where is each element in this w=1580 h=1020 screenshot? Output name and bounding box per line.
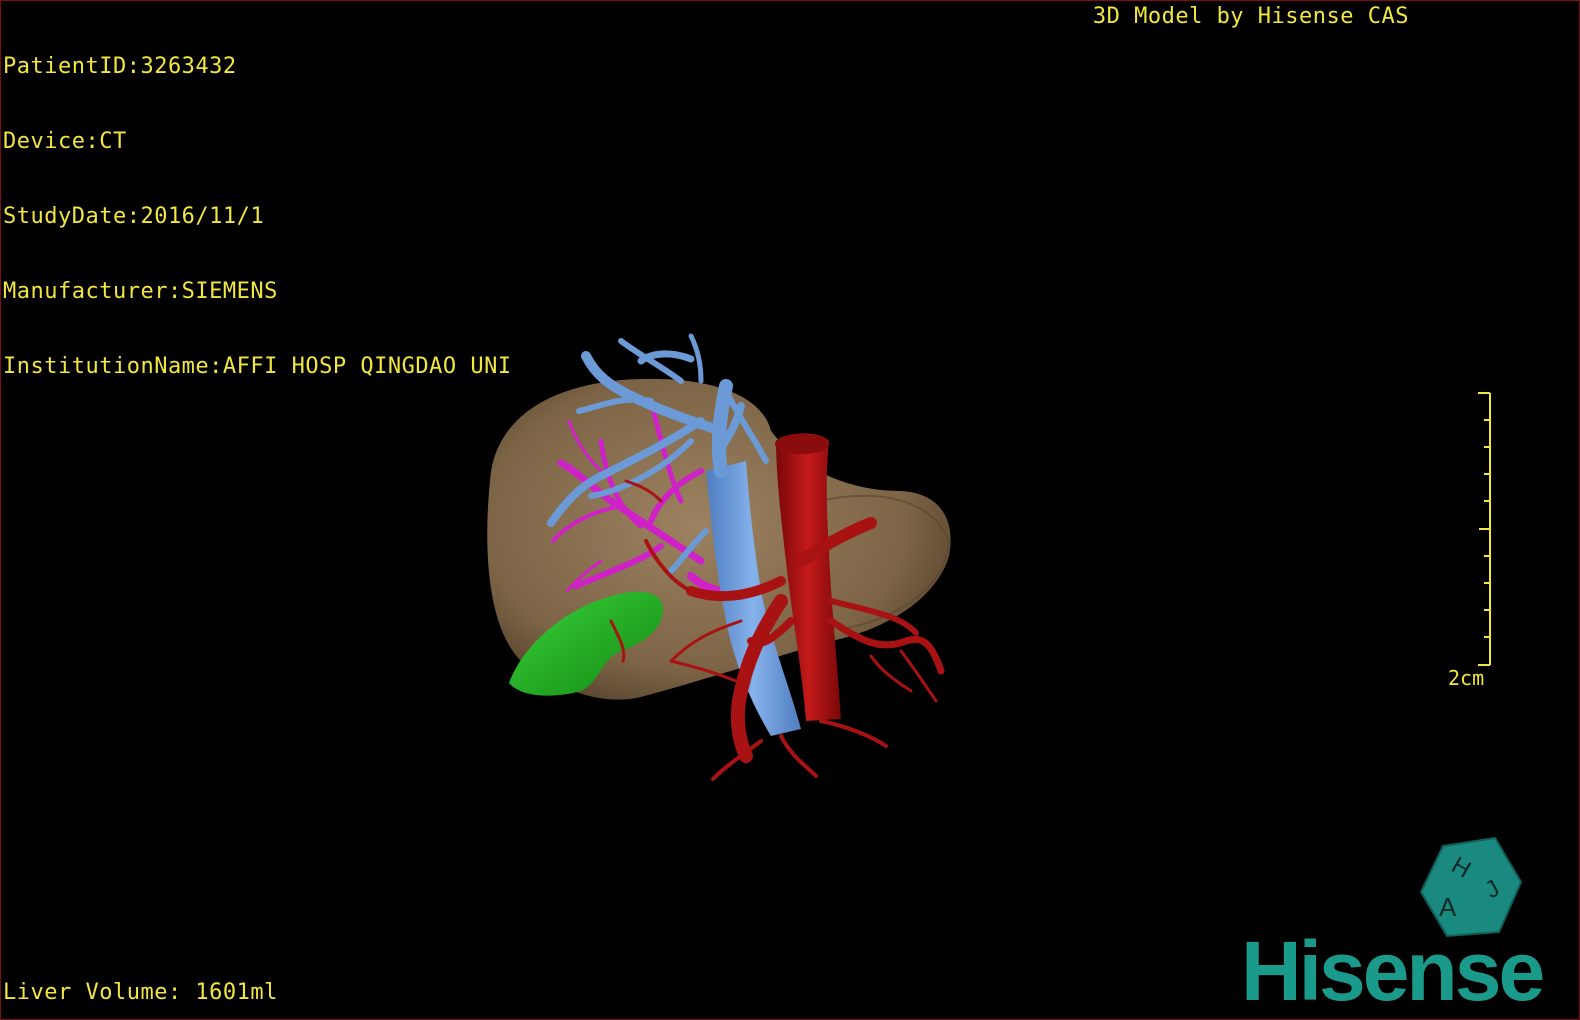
scale-bar — [1478, 392, 1491, 666]
scale-bar-label: 2cm — [1448, 666, 1485, 690]
cube-letter-a: A — [1439, 892, 1457, 922]
liver-volume-text: Liver Volume: 1601ml — [3, 980, 278, 1005]
orientation-cube-icon[interactable]: H A J — [1419, 836, 1523, 938]
hisense-logo: Hisense — [1241, 924, 1545, 1018]
liver-3d-model[interactable] — [1, 1, 1579, 1019]
3d-viewport[interactable]: PatientID:3263432 Device:CT StudyDate:20… — [0, 0, 1580, 1020]
